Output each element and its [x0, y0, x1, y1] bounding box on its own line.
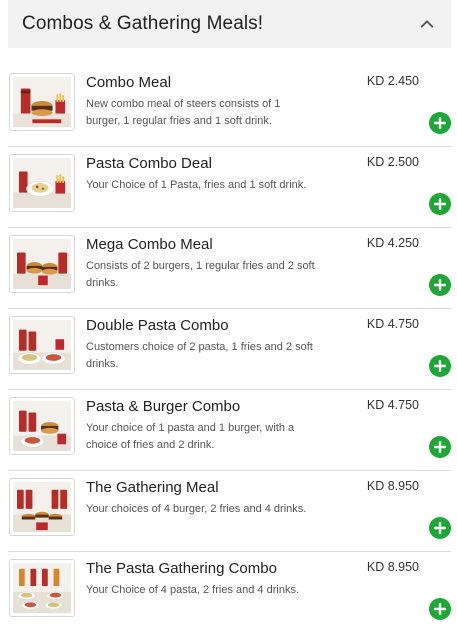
menu-item-the-gathering-meal[interactable]: The Gathering Meal Your choices of 4 bur…: [8, 471, 451, 552]
item-price: KD 2.500: [366, 155, 419, 169]
item-name[interactable]: The Gathering Meal: [86, 479, 219, 496]
menu-item-list: Combo Meal New combo meal of steers cons…: [8, 66, 451, 632]
item-name[interactable]: Combo Meal: [86, 74, 171, 91]
item-price: KD 4.250: [366, 236, 419, 250]
item-description: New combo meal of steers consists of 1 b…: [86, 98, 281, 127]
item-description: Consists of 2 burgers, 1 regular fries a…: [86, 260, 315, 289]
item-name[interactable]: Mega Combo Meal: [86, 236, 213, 253]
add-to-cart-button[interactable]: [429, 355, 451, 377]
plus-icon: [434, 522, 446, 534]
add-to-cart-button[interactable]: [429, 436, 451, 458]
menu-item-pasta-burger-combo[interactable]: Pasta & Burger Combo Your choice of 1 pa…: [8, 390, 451, 471]
item-price: KD 2.450: [366, 74, 419, 88]
item-name[interactable]: Pasta & Burger Combo: [86, 398, 240, 415]
item-description: Your Choice of 1 Pasta, fries and 1 soft…: [86, 179, 307, 191]
item-photo[interactable]: [9, 73, 75, 131]
item-description: Your Choice of 4 pasta, 2 fries and 4 dr…: [86, 584, 299, 596]
plus-icon: [434, 117, 446, 129]
item-price: KD 8.950: [366, 560, 419, 574]
item-price: KD 4.750: [366, 317, 419, 331]
item-price: KD 8.950: [366, 479, 419, 493]
section-title: Combos & Gathering Meals!: [22, 13, 264, 34]
item-photo[interactable]: [9, 154, 75, 212]
plus-icon: [434, 279, 446, 291]
item-description: Your choice of 1 pasta and 1 burger, wit…: [86, 422, 295, 451]
plus-icon: [434, 198, 446, 210]
item-name[interactable]: The Pasta Gathering Combo: [86, 560, 277, 577]
add-to-cart-button[interactable]: [429, 517, 451, 539]
item-photo[interactable]: [9, 235, 75, 293]
item-description: Your choices of 4 burger, 2 fries and 4 …: [86, 503, 307, 515]
section-header[interactable]: Combos & Gathering Meals!: [8, 0, 451, 48]
item-name[interactable]: Pasta Combo Deal: [86, 155, 212, 172]
menu-item-double-pasta-combo[interactable]: Double Pasta Combo Customers choice of 2…: [8, 309, 451, 390]
item-photo[interactable]: [9, 478, 75, 536]
menu-item-mega-combo-meal[interactable]: Mega Combo Meal Consists of 2 burgers, 1…: [8, 228, 451, 309]
chevron-up-icon[interactable]: [419, 16, 435, 32]
plus-icon: [434, 603, 446, 615]
item-photo[interactable]: [9, 397, 75, 455]
menu-item-combo-meal[interactable]: Combo Meal New combo meal of steers cons…: [8, 66, 451, 147]
item-name[interactable]: Double Pasta Combo: [86, 317, 229, 334]
plus-icon: [434, 360, 446, 372]
menu-item-pasta-combo-deal[interactable]: Pasta Combo Deal Your Choice of 1 Pasta,…: [8, 147, 451, 228]
item-photo[interactable]: [9, 559, 75, 617]
add-to-cart-button[interactable]: [429, 598, 451, 620]
item-photo[interactable]: [9, 316, 75, 374]
item-price: KD 4.750: [366, 398, 419, 412]
add-to-cart-button[interactable]: [429, 112, 451, 134]
menu-item-the-pasta-gathering-combo[interactable]: The Pasta Gathering Combo Your Choice of…: [8, 552, 451, 632]
item-description: Customers choice of 2 pasta, 1 fries and…: [86, 341, 313, 370]
add-to-cart-button[interactable]: [429, 274, 451, 296]
add-to-cart-button[interactable]: [429, 193, 451, 215]
plus-icon: [434, 441, 446, 453]
